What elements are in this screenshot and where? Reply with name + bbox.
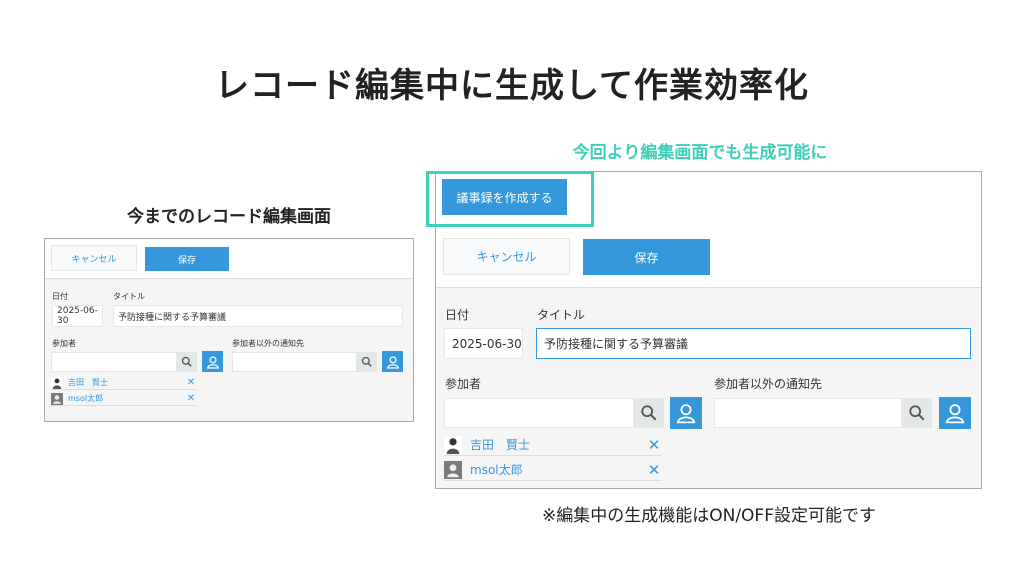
slide-title: レコード編集中に生成して作業効率化 — [215, 66, 809, 106]
old-notify-user-picker-button[interactable] — [382, 351, 403, 372]
user-picker-icon — [676, 404, 696, 424]
old-date-label: 日付 — [52, 292, 68, 301]
old-title-label: タイトル — [113, 292, 145, 301]
user-picker-icon — [206, 355, 219, 369]
old-notify-label: 参加者以外の通知先 — [232, 339, 304, 348]
old-title-input[interactable]: 予防接種に関する予算審議 — [113, 305, 403, 327]
user-picker-icon — [386, 355, 399, 369]
new-cancel-button[interactable]: キャンセル — [443, 238, 570, 275]
new-notify-search-button[interactable] — [902, 398, 932, 428]
person-photo-icon — [51, 376, 63, 389]
new-notify-user-picker-button[interactable] — [939, 397, 971, 429]
new-notify-search-input[interactable] — [714, 398, 902, 428]
new-notify-label: 参加者以外の通知先 — [714, 377, 823, 391]
new-remove-participant-button[interactable]: ✕ — [646, 461, 662, 479]
old-record-edit-screen: キャンセル 保存 日付 タイトル 2025-06-30 予防接種に関する予算審議… — [44, 238, 414, 422]
participant-name[interactable]: 吉田 賢士 — [68, 377, 108, 388]
new-title-input[interactable]: 予防接種に関する予算審議 — [536, 328, 971, 359]
old-participants-search-input[interactable] — [51, 352, 177, 372]
participant-name[interactable]: msol太郎 — [68, 393, 103, 404]
new-participant-row: msol太郎 — [444, 459, 662, 481]
old-cancel-button[interactable]: キャンセル — [51, 245, 137, 271]
participant-name[interactable]: 吉田 賢士 — [470, 436, 530, 453]
search-icon — [641, 405, 657, 421]
new-participants-search-button[interactable] — [634, 398, 664, 428]
old-screen-caption: 今までのレコード編集画面 — [127, 207, 331, 227]
footnote: ※編集中の生成機能はON/OFF設定可能です — [541, 506, 876, 526]
new-save-button[interactable]: 保存 — [583, 239, 710, 275]
old-remove-participant-button[interactable]: ✕ — [185, 392, 197, 404]
new-date-input[interactable]: 2025-06-30 — [444, 328, 523, 359]
person-photo-icon — [444, 435, 462, 454]
old-participants-search-button[interactable] — [177, 352, 197, 372]
old-date-input[interactable]: 2025-06-30 — [52, 305, 103, 327]
new-participants-label: 参加者 — [445, 377, 482, 391]
search-icon — [909, 405, 925, 421]
participant-name[interactable]: msol太郎 — [470, 461, 523, 478]
user-picker-icon — [945, 404, 965, 424]
new-date-label: 日付 — [445, 308, 470, 322]
old-participants-user-picker-button[interactable] — [202, 351, 223, 372]
old-notify-search-button[interactable] — [357, 352, 377, 372]
new-participants-user-picker-button[interactable] — [670, 397, 702, 429]
new-remove-participant-button[interactable]: ✕ — [646, 436, 662, 454]
new-participants-search-input[interactable] — [444, 398, 634, 428]
old-save-button[interactable]: 保存 — [145, 247, 229, 271]
old-participant-row: msol太郎 — [51, 392, 197, 406]
old-participant-row: 吉田 賢士 — [51, 376, 197, 390]
old-toolbar: キャンセル 保存 — [45, 239, 413, 279]
search-icon — [181, 356, 192, 367]
default-user-icon — [444, 460, 462, 479]
old-participants-label: 参加者 — [52, 339, 76, 348]
old-notify-search-input[interactable] — [232, 352, 357, 372]
old-remove-participant-button[interactable]: ✕ — [185, 376, 197, 388]
default-user-icon — [51, 392, 63, 405]
new-title-label: タイトル — [537, 308, 586, 322]
search-icon — [361, 356, 372, 367]
new-participant-row: 吉田 賢士 — [444, 434, 662, 456]
new-feature-caption: 今回より編集画面でも生成可能に — [572, 143, 828, 163]
highlight-frame — [426, 171, 594, 227]
